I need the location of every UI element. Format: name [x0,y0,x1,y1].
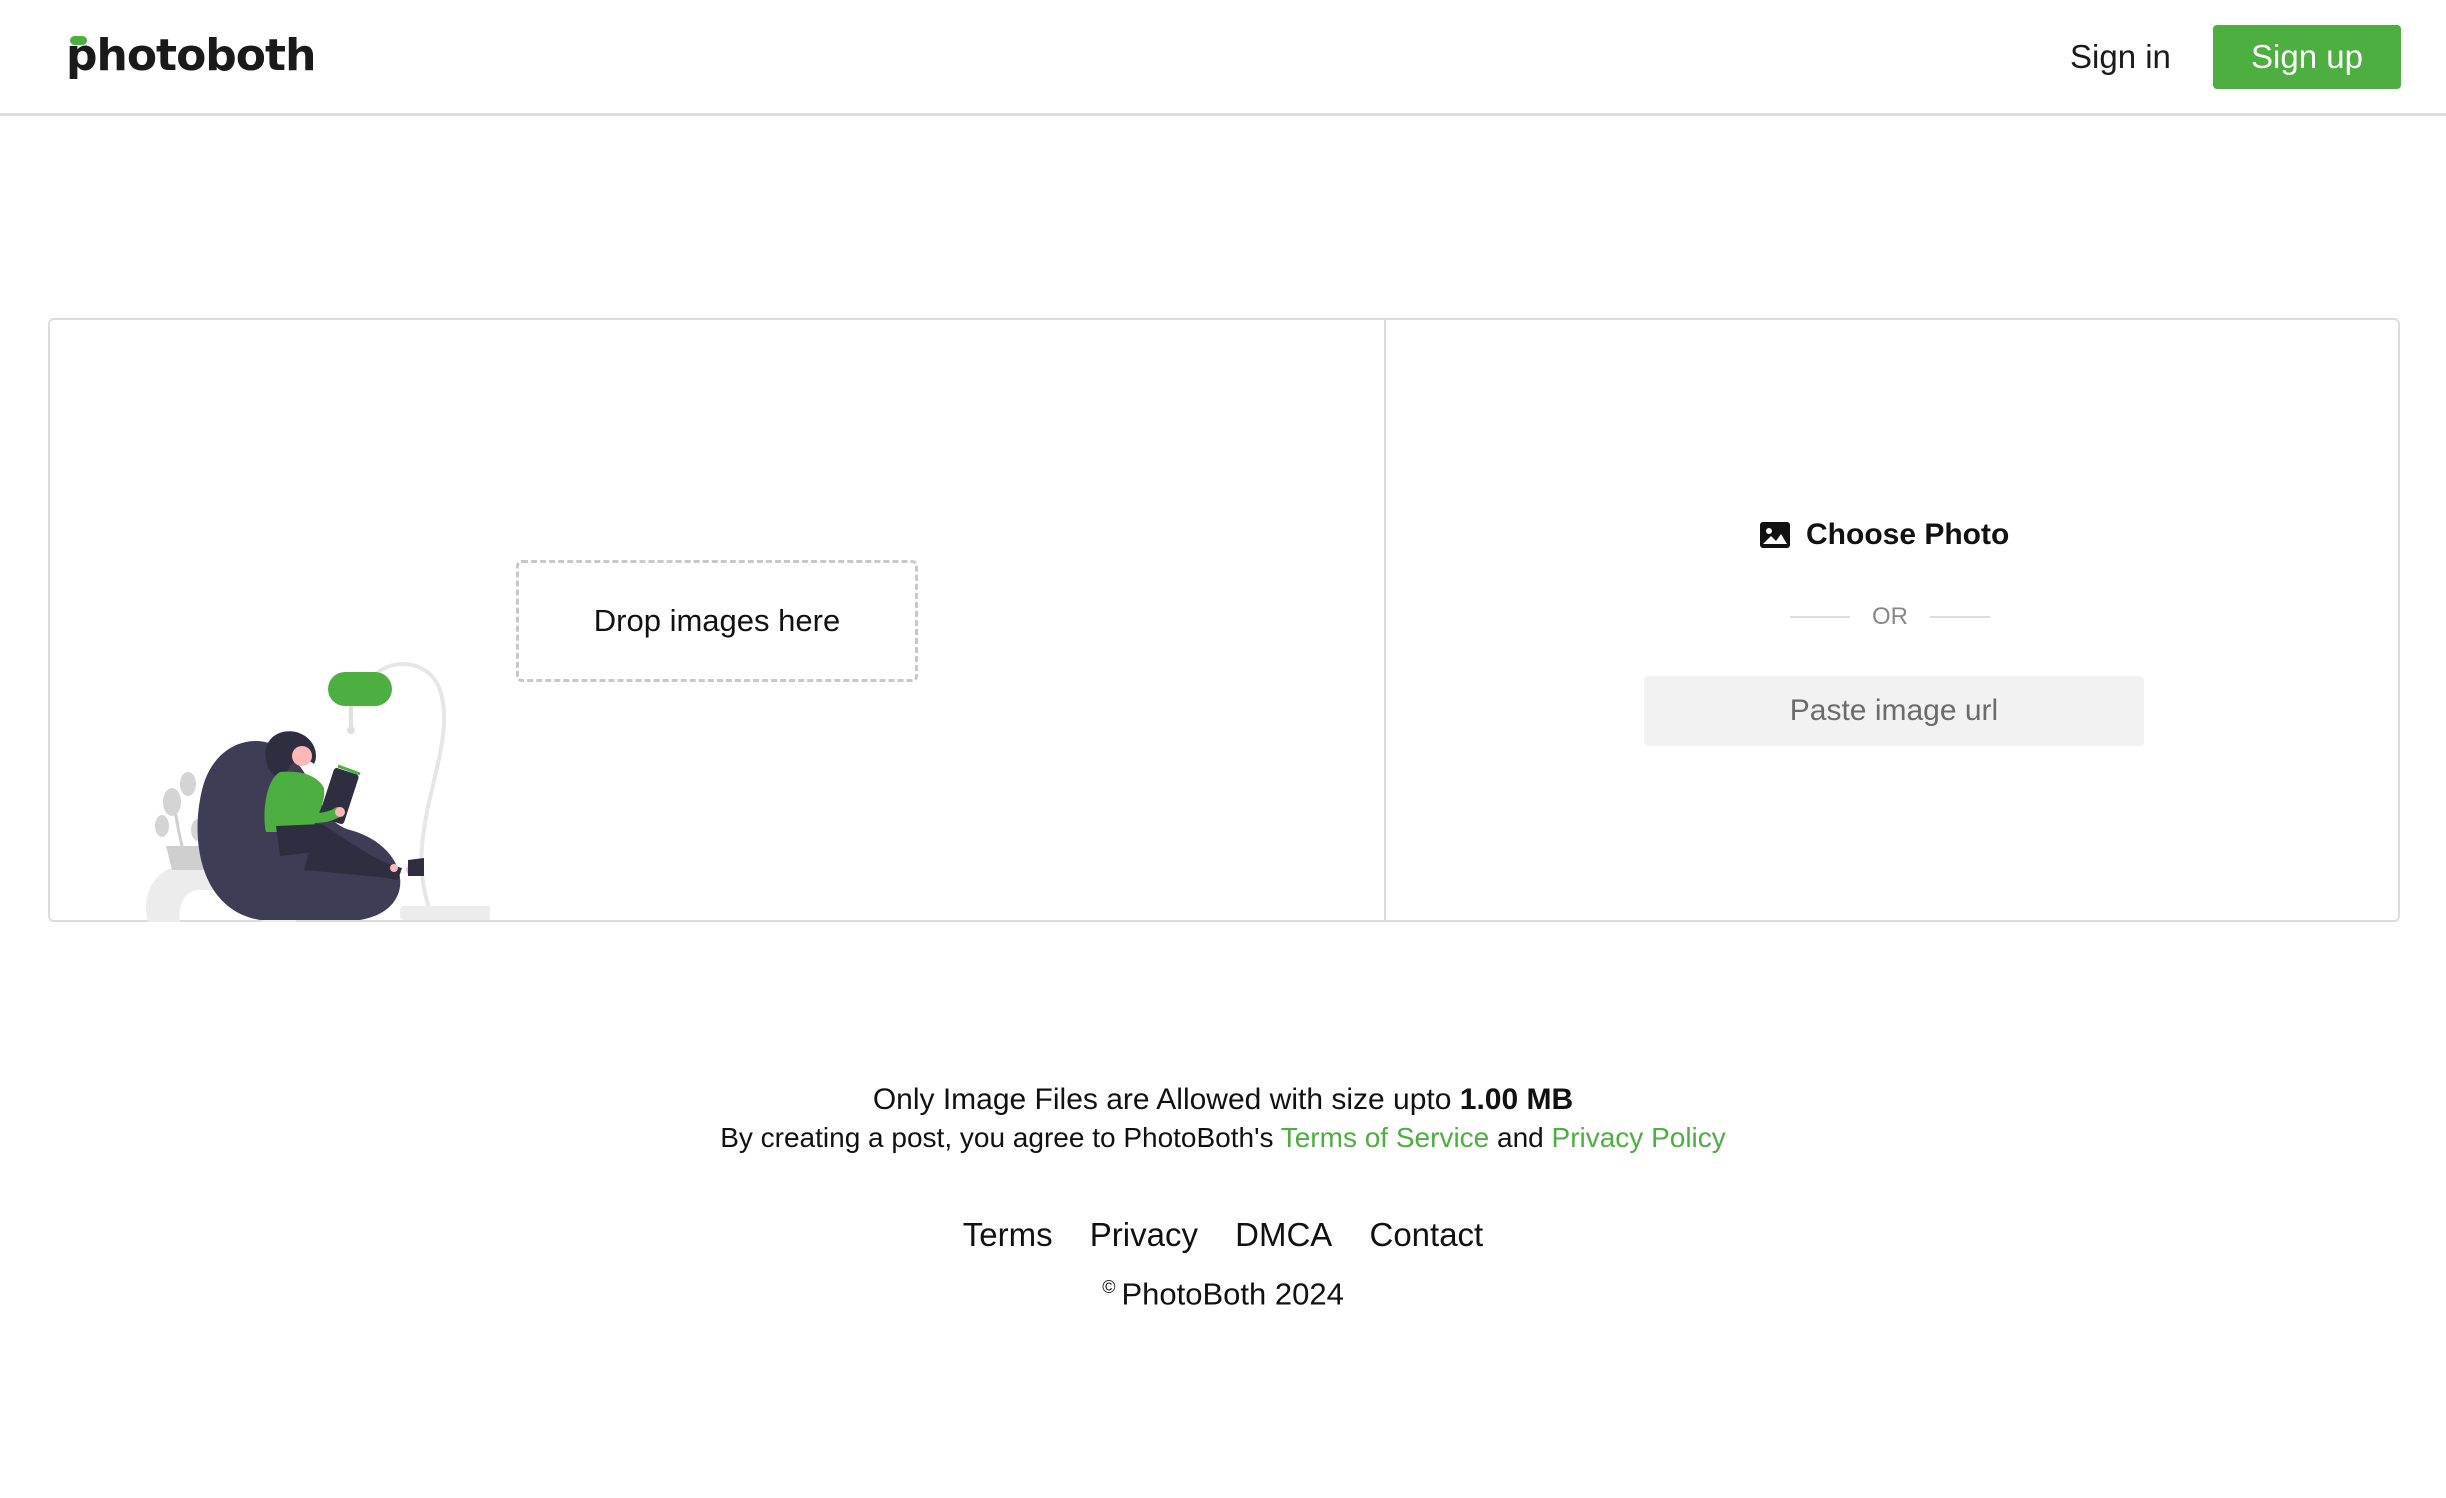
copyright-text: PhotoBoth 2024 [1121,1276,1344,1312]
photo-icon [1760,522,1790,548]
terms-of-service-link[interactable]: Terms of Service [1281,1122,1490,1153]
copyright: © PhotoBoth 2024 [0,1262,2446,1319]
footer-terms-link[interactable]: Terms [963,1216,1053,1253]
sign-in-link[interactable]: Sign in [2070,30,2171,84]
site-logo[interactable]: photoboth [66,26,316,86]
agreement-and: and [1497,1122,1544,1153]
size-limit-text: Only Image Files are Allowed with size u… [0,1080,2446,1120]
or-line-right [1930,616,1990,618]
vertical-divider [1384,320,1386,920]
max-file-size: 1.00 MB [1459,1083,1574,1116]
upload-card: Drop images here Choose Photo OR [48,318,2400,922]
or-label: OR [1872,603,1908,630]
reading-woman-illustration [146,662,490,922]
footer-contact-link[interactable]: Contact [1369,1216,1483,1253]
choose-photo-button[interactable]: Choose Photo [1760,510,2009,560]
footer-nav: Terms Privacy DMCA Contact [0,1210,2446,1260]
agreement-prefix: By creating a post, you agree to PhotoBo… [720,1122,1274,1153]
image-url-input[interactable] [1644,676,2144,746]
choose-photo-label: Choose Photo [1806,518,2010,551]
agreement-text: By creating a post, you agree to PhotoBo… [0,1120,2446,1156]
privacy-policy-link[interactable]: Privacy Policy [1552,1122,1726,1153]
footer-privacy-link[interactable]: Privacy [1090,1216,1198,1253]
upload-notice: Only Image Files are Allowed with size u… [0,1080,2446,1156]
sign-up-button[interactable]: Sign up [2213,25,2401,89]
or-line-left [1790,616,1850,618]
or-separator: OR [1790,602,1990,632]
footer-dmca-link[interactable]: DMCA [1235,1216,1332,1253]
drop-zone[interactable]: Drop images here [516,560,918,682]
site-header: photoboth Sign in Sign up [0,0,2446,116]
copyright-symbol: © [1102,1277,1116,1297]
size-limit-prefix: Only Image Files are Allowed with size u… [872,1083,1452,1116]
